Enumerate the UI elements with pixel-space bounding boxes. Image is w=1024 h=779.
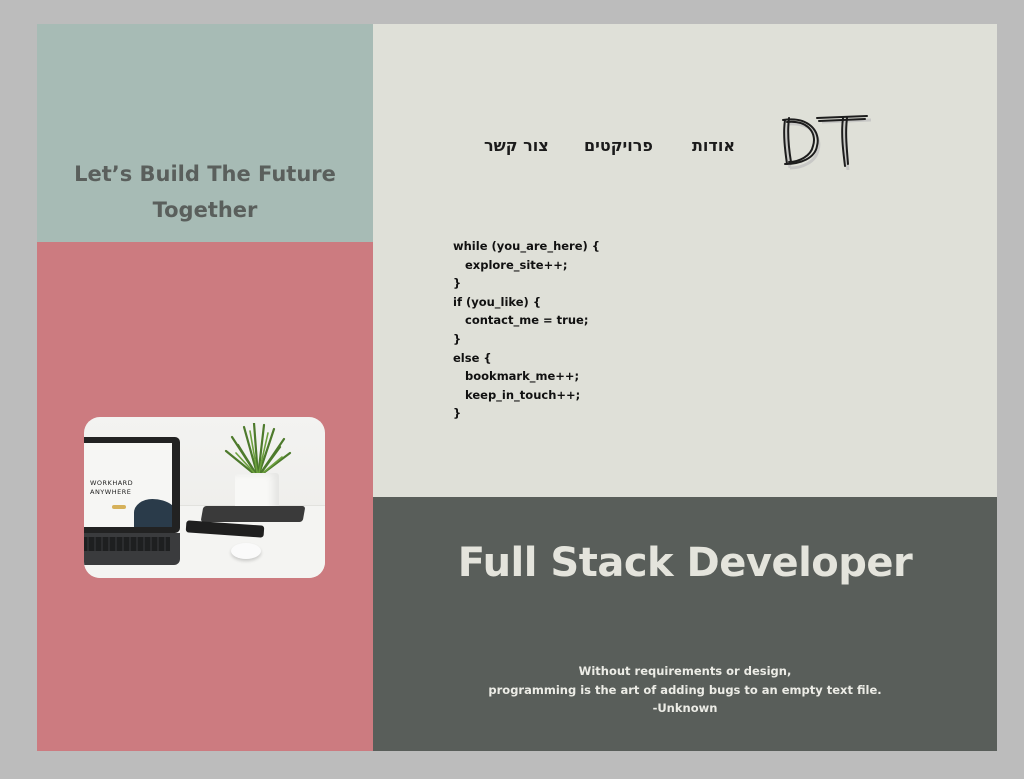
- plant-icon: [224, 423, 292, 477]
- code-line: while (you_are_here) {: [453, 239, 600, 253]
- code-snippet: while (you_are_here) { explore_site++; }…: [453, 237, 600, 423]
- code-line: explore_site++;: [453, 257, 568, 272]
- banner-panel: Full Stack Developer Without requirement…: [373, 497, 997, 751]
- quote-line-2: programming is the art of adding bugs to…: [488, 682, 882, 697]
- code-line: }: [453, 276, 462, 291]
- nav-item-contact[interactable]: צור קשר: [484, 136, 549, 155]
- code-line: else {: [453, 350, 492, 365]
- workspace-photo: WORKHARD ANYWHERE: [84, 417, 325, 578]
- quote-line-1: Without requirements or design,: [578, 664, 792, 678]
- code-line: }: [453, 406, 462, 421]
- code-line: bookmark_me++;: [453, 369, 580, 384]
- tagline-panel: Let’s Build The Future Together: [37, 24, 373, 242]
- hero-tagline: Let’s Build The Future Together: [37, 156, 373, 228]
- nav-item-projects[interactable]: פרויקטים: [584, 136, 653, 155]
- screen-wave: [134, 499, 172, 527]
- dt-logo[interactable]: DT: [779, 112, 871, 170]
- screen-accent: [112, 505, 126, 509]
- keyboard-keys: [84, 537, 170, 551]
- quote-author: -Unknown: [652, 701, 718, 715]
- code-line: keep_in_touch++;: [453, 387, 581, 402]
- header-panel: DT אודות פרויקטים צור קשר while (y: [373, 24, 997, 497]
- laptop-display: WORKHARD ANYWHERE: [84, 443, 172, 527]
- book-stack: [200, 506, 306, 522]
- page: Let’s Build The Future Together WORKHARD…: [37, 24, 997, 751]
- code-line: if (you_like) {: [453, 294, 542, 309]
- code-line: }: [453, 331, 462, 346]
- laptop-keyboard: [84, 533, 180, 565]
- code-line: contact_me = true;: [453, 313, 589, 328]
- tagline-line-1: Let’s Build The Future: [74, 162, 336, 186]
- laptop-icon: WORKHARD ANYWHERE: [84, 437, 180, 533]
- nav-item-about[interactable]: אודות: [692, 136, 735, 155]
- page-title: Full Stack Developer: [457, 540, 913, 586]
- quote-block: Without requirements or design, programm…: [373, 662, 997, 718]
- tagline-line-2: Together: [152, 198, 258, 222]
- mouse-icon: [231, 543, 261, 559]
- laptop-screen-text: WORKHARD ANYWHERE: [90, 479, 134, 496]
